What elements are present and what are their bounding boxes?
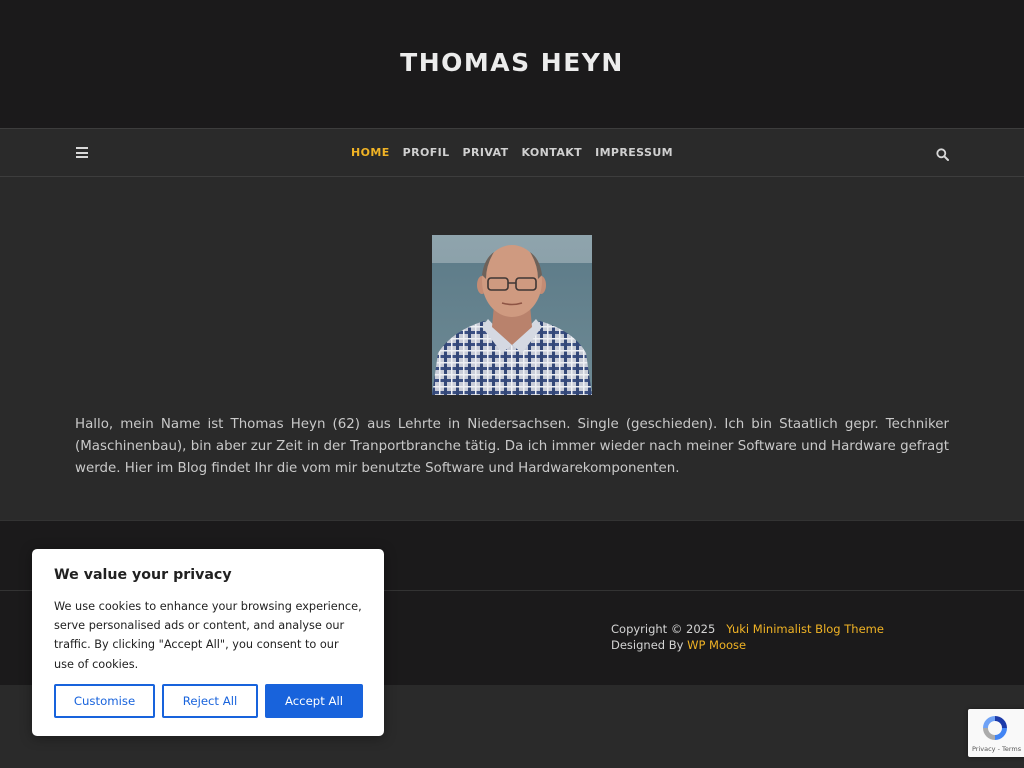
search-icon[interactable] [936, 146, 949, 161]
nav-item-home[interactable]: HOME [351, 146, 390, 159]
recaptcha-icon [980, 713, 1010, 747]
nav-item-impressum[interactable]: IMPRESSUM [595, 146, 673, 159]
nav-item-kontakt[interactable]: KONTAKT [522, 146, 583, 159]
reject-all-button[interactable]: Reject All [162, 684, 258, 718]
nav-menu: HOME PROFIL PRIVAT KONTAKT IMPRESSUM [0, 129, 1024, 176]
cookie-title: We value your privacy [54, 567, 232, 583]
designer-link[interactable]: WP Moose [687, 638, 746, 652]
cookie-consent-dialog: We value your privacy We use cookies to … [32, 549, 384, 736]
designed-by-text: Designed By [611, 638, 684, 652]
copyright-text: Copyright © 2025 Yuki Minimalist Blog The… [611, 621, 941, 653]
site-title[interactable]: THOMAS HEYN [0, 48, 1024, 77]
main-navigation: HOME PROFIL PRIVAT KONTAKT IMPRESSUM [0, 128, 1024, 177]
recaptcha-badge[interactable]: Privacy - Terms [968, 709, 1024, 757]
accept-all-button[interactable]: Accept All [265, 684, 363, 718]
cookie-buttons: Customise Reject All Accept All [54, 684, 363, 718]
customise-button[interactable]: Customise [54, 684, 155, 718]
profile-photo [432, 235, 592, 395]
site-header: THOMAS HEYN [0, 0, 1024, 128]
theme-link[interactable]: Yuki Minimalist Blog Theme [726, 622, 884, 636]
nav-item-profil[interactable]: PROFIL [403, 146, 450, 159]
intro-paragraph: Hallo, mein Name ist Thomas Heyn (62) au… [75, 417, 949, 476]
nav-item-privat[interactable]: PRIVAT [463, 146, 509, 159]
recaptcha-links[interactable]: Privacy - Terms [972, 745, 1021, 753]
cookie-description: We use cookies to enhance your browsing … [54, 600, 362, 671]
copyright-prefix: Copyright © 2025 [611, 622, 716, 636]
